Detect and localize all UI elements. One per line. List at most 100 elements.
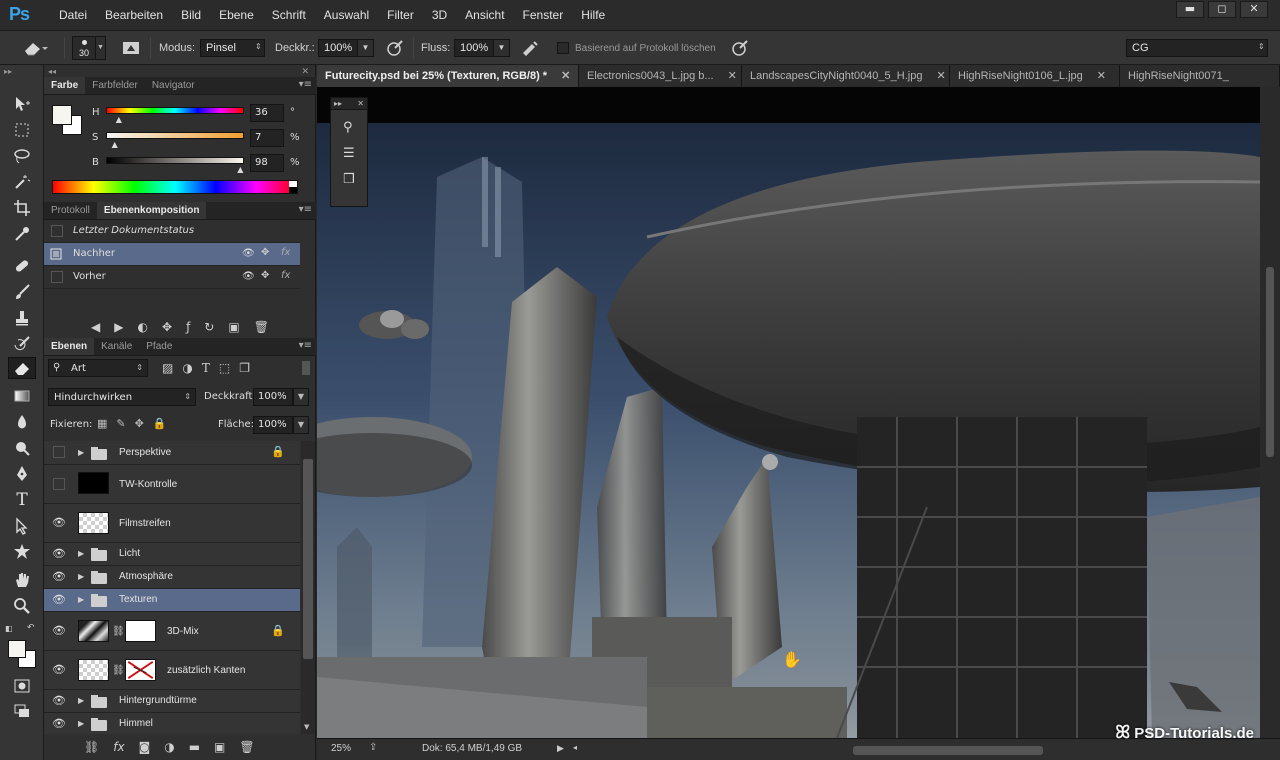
foreground-color-swatch[interactable]	[8, 640, 26, 658]
comp-previous-icon[interactable]: ◀	[91, 320, 100, 334]
layers-panel-menu-icon[interactable]: ▾≡	[299, 340, 312, 351]
deckkraft-dropdown-icon[interactable]: ▼	[358, 39, 374, 57]
brush-presets-icon[interactable]: ⚲	[343, 120, 353, 135]
menu-fenster[interactable]: Fenster	[514, 0, 573, 31]
layer-visibility-checkbox[interactable]	[53, 478, 65, 490]
menu-bearbeiten[interactable]: Bearbeiten	[96, 0, 172, 31]
menu-bild[interactable]: Bild	[172, 0, 210, 31]
menu-datei[interactable]: Datei	[50, 0, 96, 31]
tab-farbe[interactable]: Farbe	[44, 77, 86, 94]
comp-visibility-icon[interactable]: 👁	[242, 271, 255, 282]
3d-panel-icon[interactable]: ❒	[343, 172, 355, 187]
image-canvas[interactable]: ✋	[317, 87, 1260, 738]
comp-update-icon[interactable]: ↻	[204, 320, 214, 334]
mini-panel-close-icon[interactable]: ✕	[357, 98, 364, 109]
color-ramp[interactable]	[52, 180, 298, 194]
comp-position-icon[interactable]: ✥	[261, 270, 269, 281]
comp-position-icon[interactable]: ✥	[261, 247, 269, 258]
layer-visibility-icon[interactable]: 👁	[50, 694, 68, 707]
saturation-value[interactable]: 7	[250, 129, 284, 147]
color-ramp-bw[interactable]	[289, 181, 297, 193]
layer-visibility-icon[interactable]: 👁	[50, 570, 68, 583]
layer-row[interactable]: 👁 Filmstreifen	[44, 504, 300, 543]
doc-tab-close-icon[interactable]: ✕	[561, 70, 570, 82]
tab-pfade[interactable]: Pfade	[139, 338, 179, 355]
doc-tab-highrise-0106[interactable]: HighRiseNight0106_L.jpg ✕	[950, 65, 1120, 87]
layer-row-selected[interactable]: 👁 ▶ Texturen	[44, 589, 300, 612]
layers-scrollbar-thumb[interactable]	[303, 459, 313, 659]
layer-name[interactable]: TW-Kontrolle	[119, 479, 177, 490]
protokoll-option[interactable]: Basierend auf Protokoll löschen	[557, 31, 716, 65]
comp-apply-checkbox[interactable]	[51, 271, 63, 283]
menu-ebene[interactable]: Ebene	[210, 0, 263, 31]
lasso-tool[interactable]	[8, 145, 36, 167]
comp-delete-icon[interactable]: 🗑	[254, 320, 269, 334]
layer-row[interactable]: 👁 ▶ Hintergrundtürme	[44, 690, 300, 713]
scroll-down-icon[interactable]: ▼	[304, 723, 309, 731]
blur-tool[interactable]	[8, 411, 36, 433]
gradient-tool[interactable]	[8, 385, 36, 407]
brightness-slider-thumb-icon[interactable]: ▲	[237, 165, 243, 174]
export-icon[interactable]: ⇪	[369, 742, 377, 753]
doc-tab-landscapes[interactable]: LandscapesCityNight0040_5_H.jpg ✕	[742, 65, 950, 87]
panel-close-icon[interactable]: ✕	[301, 67, 309, 77]
comp-move-icon[interactable]: ✥	[162, 320, 172, 334]
screen-mode-button[interactable]	[8, 700, 36, 722]
adjustments-icon[interactable]: ☰	[343, 146, 355, 161]
default-colors-icon[interactable]: ◧	[5, 624, 13, 633]
scroll-left-icon[interactable]: ◂	[573, 743, 577, 752]
menu-schrift[interactable]: Schrift	[263, 0, 315, 31]
layer-name[interactable]: Filmstreifen	[119, 518, 171, 529]
comp-row-last-state[interactable]: Letzter Dokumentstatus	[44, 220, 300, 243]
vertical-scrollbar-thumb[interactable]	[1266, 267, 1274, 457]
doc-tab-highrise-0071[interactable]: HighRiseNight0071_	[1120, 65, 1280, 87]
minimize-button[interactable]: ▬	[1176, 1, 1204, 18]
expand-arrow-icon[interactable]: ▶	[78, 719, 84, 728]
new-layer-icon[interactable]: ▣	[214, 740, 225, 754]
tab-farbfelder[interactable]: Farbfelder	[85, 77, 145, 94]
doc-tab-futurecity[interactable]: Futurecity.psd bei 25% (Texturen, RGB/8)…	[317, 65, 579, 87]
doc-tab-close-icon[interactable]: ✕	[728, 70, 737, 82]
comp-new-icon[interactable]: ▣	[228, 320, 239, 334]
fluss-dropdown-icon[interactable]: ▼	[494, 39, 510, 57]
menu-filter[interactable]: Filter	[378, 0, 423, 31]
clone-stamp-tool[interactable]	[8, 307, 36, 329]
layer-row[interactable]: 👁 ▶ Himmel	[44, 713, 300, 734]
mini-panel-expand-icon[interactable]: ▸▸	[334, 98, 342, 109]
tab-kanaele[interactable]: Kanäle	[94, 338, 139, 355]
eyedropper-tool[interactable]	[8, 223, 36, 245]
layer-name[interactable]: 3D-Mix	[167, 626, 199, 637]
zoom-level[interactable]: 25%	[331, 743, 351, 754]
layer-visibility-icon[interactable]: 👁	[50, 516, 68, 529]
comp-row-nachher[interactable]: Nachher 👁 ✥ fx	[44, 243, 300, 266]
layer-row[interactable]: 👁 ▶ Licht	[44, 543, 300, 566]
swap-colors-icon[interactable]: ↶	[27, 623, 35, 633]
panel-collapse-icon[interactable]: ◂◂	[48, 67, 56, 76]
layer-name[interactable]: Atmosphäre	[119, 571, 173, 582]
link-layers-icon[interactable]: ⛓	[84, 740, 99, 754]
expand-arrow-icon[interactable]: ▶	[78, 696, 84, 705]
marquee-tool[interactable]	[8, 119, 36, 141]
comp-style-icon[interactable]: ƒ	[186, 320, 190, 334]
doc-tab-electronics[interactable]: Electronics0043_L.jpg b... ✕	[579, 65, 742, 87]
expand-arrow-icon[interactable]: ▶	[78, 549, 84, 558]
deckkraft-value[interactable]: 100%	[318, 39, 358, 57]
horizontal-scrollbar-thumb[interactable]	[853, 746, 1043, 755]
layer-mask-thumbnail[interactable]	[125, 620, 156, 642]
blend-mode-select[interactable]: Hindurchwirken ⇕	[48, 388, 196, 406]
comp-next-icon[interactable]: ▶	[114, 320, 123, 334]
layer-row[interactable]: 👁 ⛓ zusätzlich Kanten	[44, 651, 300, 690]
brush-size-picker[interactable]: 30 ▼	[72, 31, 106, 65]
magic-wand-tool[interactable]	[8, 171, 36, 193]
layer-visibility-icon[interactable]: 👁	[50, 547, 68, 560]
zoom-tool[interactable]	[8, 595, 36, 617]
path-selection-tool[interactable]	[8, 515, 36, 537]
layer-opacity-value[interactable]: 100%	[253, 388, 293, 406]
hue-slider-thumb-icon[interactable]: ▲	[116, 115, 122, 124]
saturation-slider[interactable]	[106, 132, 244, 139]
menu-3d[interactable]: 3D	[423, 0, 456, 31]
comp-panel-menu-icon[interactable]: ▾≡	[299, 204, 312, 215]
brush-tool[interactable]	[8, 281, 36, 303]
menu-auswahl[interactable]: Auswahl	[315, 0, 378, 31]
pen-tool[interactable]	[8, 463, 36, 485]
